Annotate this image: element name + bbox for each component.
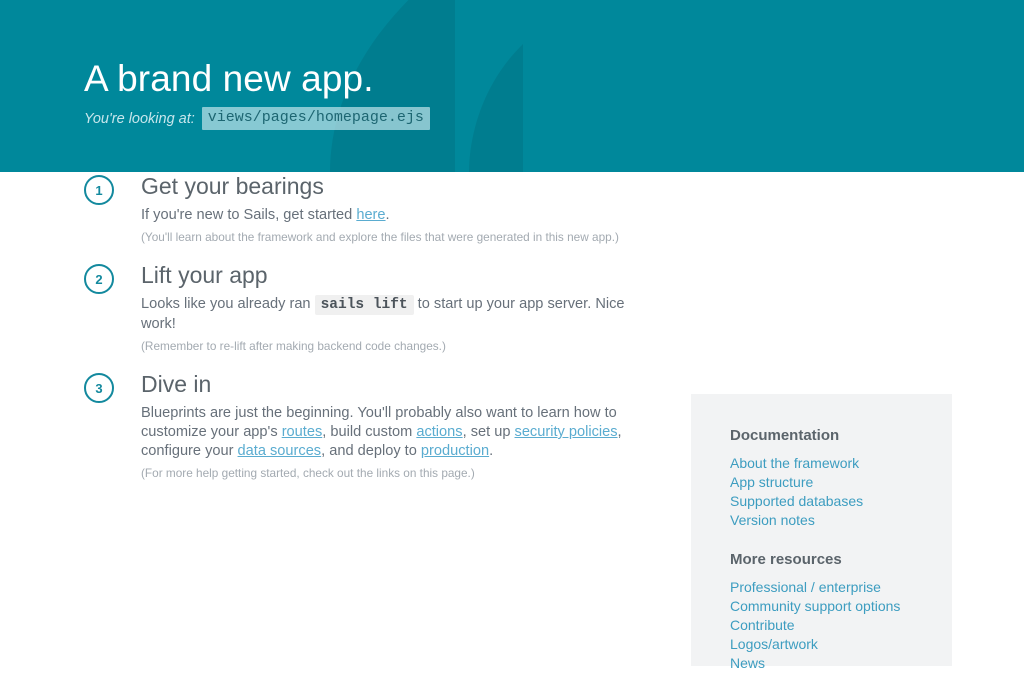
step-note: (Remember to re-lift after making backen… (141, 339, 446, 353)
sidebar-links-more-resources: Professional / enterprise Community supp… (730, 578, 952, 673)
sidebar-link-version-notes[interactable]: Version notes (730, 511, 952, 530)
step-get-your-bearings: 1 Get your bearings If you're new to Sai… (84, 172, 644, 245)
sidebar-link-app-structure[interactable]: App structure (730, 473, 952, 492)
list-item: Version notes (730, 511, 952, 530)
sidebar-link-contribute[interactable]: Contribute (730, 616, 952, 635)
page-title: A brand new app. (84, 58, 374, 99)
list-item: Community support options (730, 597, 952, 616)
list-item: Contribute (730, 616, 952, 635)
looking-at-label: You're looking at: (84, 110, 195, 127)
step-text-segment: , and deploy to (321, 443, 421, 459)
step-note: (For more help getting started, check ou… (141, 466, 475, 480)
step-text-segment: , build custom (322, 424, 417, 440)
step-text-segment: . (489, 443, 494, 459)
list-item: Logos/artwork (730, 635, 952, 654)
link-security-policies[interactable]: security policies (515, 424, 618, 440)
step-text-segment: , set up (462, 424, 515, 440)
page-masthead: A brand new app. You're looking at: view… (0, 0, 1024, 172)
sidebar-link-news[interactable]: News (730, 654, 952, 673)
step-title: Get your bearings (141, 173, 324, 199)
sidebar-links-documentation: About the framework App structure Suppor… (730, 454, 952, 530)
step-number-badge: 1 (84, 175, 114, 205)
step-text-segment: If you're new to Sails, get started (141, 207, 357, 223)
sidebar-link-community-support-options[interactable]: Community support options (730, 597, 952, 616)
inline-code-sails-lift: sails lift (314, 295, 414, 315)
step-lift-your-app: 2 Lift your app Looks like you already r… (84, 261, 644, 354)
list-item: Professional / enterprise (730, 578, 952, 597)
getting-started-steps: 1 Get your bearings If you're new to Sai… (84, 172, 644, 497)
current-file-path: views/pages/homepage.ejs (201, 107, 430, 130)
step-number-badge: 3 (84, 373, 114, 403)
sidebar-link-logos-artwork[interactable]: Logos/artwork (730, 635, 952, 654)
step-description: Blueprints are just the beginning. You'l… (141, 404, 644, 461)
list-item: About the framework (730, 454, 952, 473)
step-note: (You'll learn about the framework and ex… (141, 230, 619, 244)
resources-sidebar: Documentation About the framework App st… (691, 394, 952, 671)
list-item: App structure (730, 473, 952, 492)
step-number-badge: 2 (84, 264, 114, 294)
sidebar-link-professional-enterprise[interactable]: Professional / enterprise (730, 578, 952, 597)
link-production[interactable]: production (421, 443, 489, 459)
list-item: Supported databases (730, 492, 952, 511)
sidebar-heading-more-resources: More resources (730, 551, 842, 568)
link-data-sources[interactable]: data sources (238, 443, 322, 459)
sidebar-heading-documentation: Documentation (730, 427, 840, 444)
step-description: Looks like you already ran sails lift to… (141, 295, 644, 334)
step-title: Dive in (141, 371, 212, 397)
list-item: News (730, 654, 952, 673)
page-body: 1 Get your bearings If you're new to Sai… (0, 172, 1024, 671)
step-description: If you're new to Sails, get started here… (141, 206, 644, 225)
link-here[interactable]: here (356, 207, 385, 223)
link-actions[interactable]: actions (416, 424, 462, 440)
sidebar-link-supported-databases[interactable]: Supported databases (730, 492, 952, 511)
current-file-row: You're looking at: views/pages/homepage.… (84, 107, 1024, 130)
masthead-content: A brand new app. You're looking at: view… (0, 0, 1024, 130)
step-text-segment: . (385, 207, 390, 223)
step-title: Lift your app (141, 262, 268, 288)
step-text-segment: Looks like you already ran (141, 296, 315, 312)
link-routes[interactable]: routes (282, 424, 323, 440)
sidebar-link-about-the-framework[interactable]: About the framework (730, 454, 952, 473)
step-dive-in: 3 Dive in Blueprints are just the beginn… (84, 370, 644, 481)
